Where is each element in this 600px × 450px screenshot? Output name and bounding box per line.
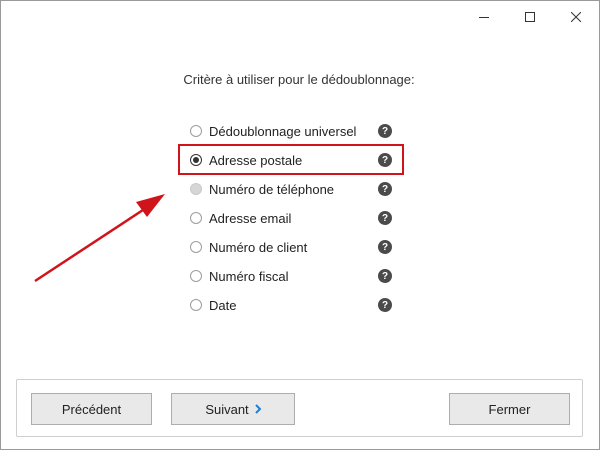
help-icon[interactable]: ? [378,240,392,254]
dedup-criteria-heading: Critère à utiliser pour le dédoublonnage… [183,72,415,87]
help-icon[interactable]: ? [378,269,392,283]
radio-option-tax-number[interactable]: Numéro fiscal [190,265,396,287]
radio-option-universal[interactable]: Dédoublonnage universel [190,120,396,142]
previous-button-label: Précédent [61,401,122,417]
radio-option-label: Adresse email [209,210,292,226]
highlight-box-annotation [178,144,404,175]
title-bar [1,1,599,33]
radio-button-disabled [190,183,202,195]
radio-option-label: Numéro fiscal [209,268,289,284]
radio-option-date[interactable]: Date [190,294,396,316]
radio-option-label: Numéro de téléphone [209,181,335,197]
close-button[interactable]: Fermer [449,393,570,425]
radio-button[interactable] [190,125,202,137]
radio-button[interactable] [190,212,202,224]
radio-option-email[interactable]: Adresse email [190,207,396,229]
minimize-button[interactable] [461,1,507,33]
next-button-label: Suivant [205,401,249,417]
radio-button[interactable] [190,241,202,253]
close-window-button[interactable] [553,1,599,33]
radio-option-label: Date [209,297,237,313]
previous-button[interactable]: Précédent [31,393,152,425]
close-button-label: Fermer [488,401,531,417]
radio-button[interactable] [190,299,202,311]
next-button[interactable]: Suivant [171,393,295,425]
maximize-icon [525,12,535,22]
radio-button[interactable] [190,270,202,282]
help-icon[interactable]: ? [378,298,392,312]
help-icon[interactable]: ? [378,124,392,138]
chevron-right-icon [254,404,261,414]
radio-option-label: Dédoublonnage universel [209,123,357,139]
help-icon[interactable]: ? [378,211,392,225]
maximize-button[interactable] [507,1,553,33]
help-icon[interactable]: ? [378,182,392,196]
minimize-icon [479,17,489,18]
close-icon [571,12,581,22]
radio-option-client-number[interactable]: Numéro de client [190,236,396,258]
radio-option-phone-number: Numéro de téléphone [190,178,396,200]
radio-option-label: Numéro de client [209,239,308,255]
